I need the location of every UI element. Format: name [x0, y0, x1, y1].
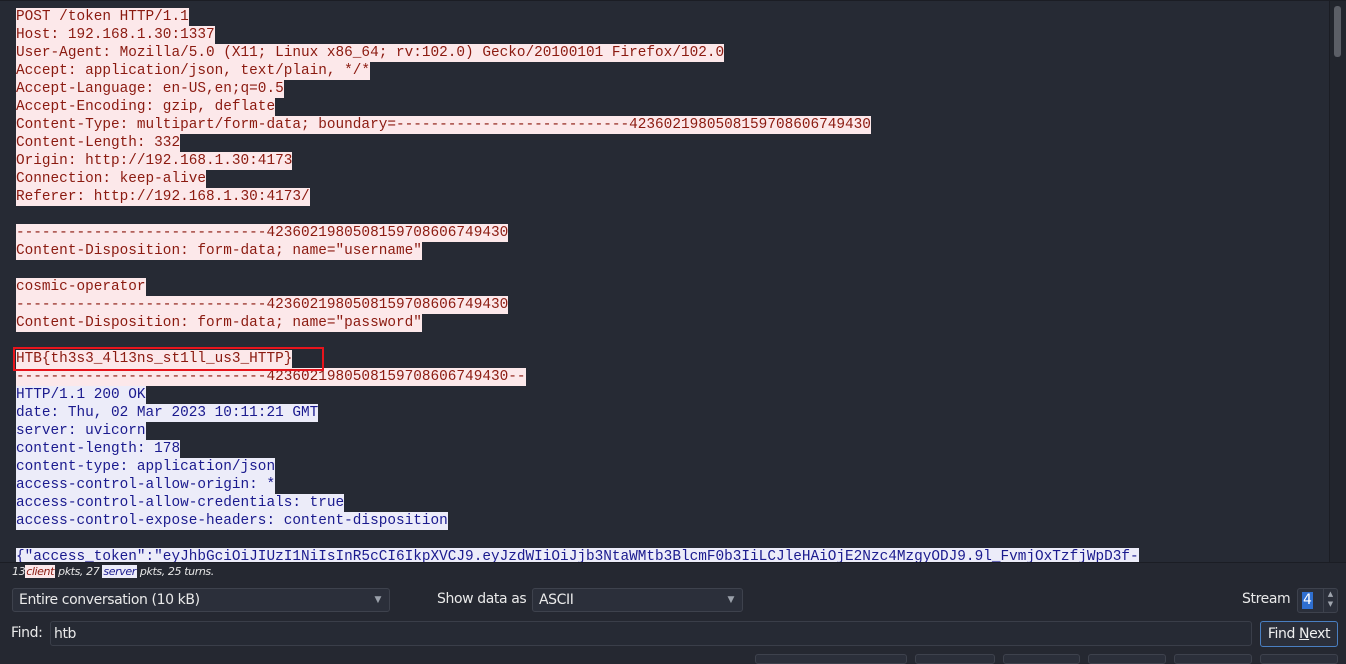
client-line: Accept-Encoding: gzip, deflate — [16, 98, 1139, 116]
client-text: Content-Disposition: form-data; name="us… — [16, 242, 422, 260]
server-line: HTTP/1.1 200 OK — [16, 386, 1139, 404]
server-text: server: uvicorn — [16, 422, 146, 440]
close-button[interactable] — [1174, 654, 1252, 664]
client-text: Content-Type: multipart/form-data; bound… — [16, 116, 871, 134]
client-text: Origin: http://192.168.1.30:4173 — [16, 152, 293, 170]
spin-up-icon[interactable]: ▲ — [1324, 589, 1337, 599]
dropdown-arrow-icon: ▼ — [727, 595, 734, 605]
server-line: content-type: application/json — [16, 458, 1139, 476]
client-line: -----------------------------42360219805… — [16, 296, 1139, 314]
server-text: access-control-allow-credentials: true — [16, 494, 345, 512]
spin-down-icon[interactable]: ▼ — [1324, 599, 1337, 609]
client-line: Content-Length: 332 — [16, 134, 1139, 152]
client-text: Accept-Language: en-US,en;q=0.5 — [16, 80, 284, 98]
flag-highlight-box — [13, 347, 324, 371]
server-line: access-control-allow-origin: * — [16, 476, 1139, 494]
client-line: Accept: application/json, text/plain, */… — [16, 62, 1139, 80]
show-data-as-label: Show data as — [437, 591, 527, 607]
client-line: Content-Disposition: form-data; name="us… — [16, 242, 1139, 260]
stream-number-spinbox[interactable]: 4 ▲ ▼ — [1297, 588, 1338, 613]
show-data-as-select[interactable]: ASCII ▼ — [532, 588, 743, 612]
client-text: Accept: application/json, text/plain, */… — [16, 62, 371, 80]
client-text: Accept-Encoding: gzip, deflate — [16, 98, 276, 116]
client-text: -----------------------------42360219805… — [16, 224, 509, 242]
vertical-scrollbar[interactable] — [1329, 1, 1346, 562]
server-text: {"access_token":"eyJhbGciOiJIUzI1NiIsInR… — [16, 548, 1139, 562]
summary-tail: pkts, 25 turns. — [136, 565, 214, 578]
server-line: access-control-allow-credentials: true — [16, 494, 1139, 512]
conversation-select-value: Entire conversation (10 kB) — [19, 592, 200, 608]
client-line: Origin: http://192.168.1.30:4173 — [16, 152, 1139, 170]
client-text: POST /token HTTP/1.1 — [16, 8, 189, 26]
server-text: HTTP/1.1 200 OK — [16, 386, 146, 404]
client-packet-count: 13 — [12, 565, 26, 578]
server-line: access-control-expose-headers: content-d… — [16, 512, 1139, 530]
server-line: {"access_token":"eyJhbGciOiJIUzI1NiIsInR… — [16, 548, 1139, 562]
find-next-label-b: ext — [1309, 626, 1331, 642]
client-line: Host: 192.168.1.30:1337 — [16, 26, 1139, 44]
find-next-mnemonic: N — [1299, 626, 1310, 642]
client-text: Referer: http://192.168.1.30:4173/ — [16, 188, 310, 206]
client-text: Content-Length: 332 — [16, 134, 181, 152]
client-line — [16, 260, 1139, 278]
client-text: Connection: keep-alive — [16, 170, 206, 188]
scrollbar-thumb[interactable] — [1334, 6, 1341, 57]
dropdown-arrow-icon: ▼ — [374, 595, 381, 605]
server-text: access-control-expose-headers: content-d… — [16, 512, 448, 530]
client-label: client — [25, 565, 56, 578]
back-button[interactable] — [1088, 654, 1166, 664]
stream-number-value[interactable]: 4 — [1302, 592, 1313, 609]
server-text: content-length: 178 — [16, 440, 181, 458]
server-label: server — [102, 565, 137, 578]
client-line: Content-Disposition: form-data; name="pa… — [16, 314, 1139, 332]
client-text: User-Agent: Mozilla/5.0 (X11; Linux x86_… — [16, 44, 725, 62]
server-line: server: uvicorn — [16, 422, 1139, 440]
client-text: Host: 192.168.1.30:1337 — [16, 26, 215, 44]
server-line: date: Thu, 02 Mar 2023 10:11:21 GMT — [16, 404, 1139, 422]
server-text: content-type: application/json — [16, 458, 276, 476]
find-next-label-a: Find — [1267, 626, 1300, 642]
help-button[interactable] — [1260, 654, 1338, 664]
client-text: -----------------------------42360219805… — [16, 296, 509, 314]
print-button[interactable] — [915, 654, 995, 664]
client-line: cosmic-operator — [16, 278, 1139, 296]
stream-label: Stream — [1242, 591, 1291, 607]
spin-buttons[interactable]: ▲ ▼ — [1323, 589, 1337, 612]
client-line: User-Agent: Mozilla/5.0 (X11; Linux x86_… — [16, 44, 1139, 62]
client-line: POST /token HTTP/1.1 — [16, 8, 1139, 26]
summary-text: pkts, 27 — [55, 565, 103, 578]
client-line: Referer: http://192.168.1.30:4173/ — [16, 188, 1139, 206]
filter-out-button[interactable] — [755, 654, 907, 664]
stream-summary: 13client pkts, 27 server pkts, 25 turns. — [12, 565, 214, 578]
show-data-as-value: ASCII — [539, 592, 574, 608]
client-line: Content-Type: multipart/form-data; bound… — [16, 116, 1139, 134]
stream-content[interactable]: POST /token HTTP/1.1 Host: 192.168.1.30:1… — [16, 8, 1139, 562]
find-label: Find: — [11, 625, 43, 641]
follow-stream-text-pane[interactable]: POST /token HTTP/1.1 Host: 192.168.1.30:1… — [0, 0, 1346, 563]
client-line: -----------------------------42360219805… — [16, 224, 1139, 242]
conversation-direction-select[interactable]: Entire conversation (10 kB) ▼ — [12, 588, 390, 612]
client-text: Content-Disposition: form-data; name="pa… — [16, 314, 422, 332]
client-line: Connection: keep-alive — [16, 170, 1139, 188]
client-line: Accept-Language: en-US,en;q=0.5 — [16, 80, 1139, 98]
save-as-button[interactable] — [1003, 654, 1080, 664]
find-next-button[interactable]: Find Next — [1260, 621, 1338, 647]
server-text: date: Thu, 02 Mar 2023 10:11:21 GMT — [16, 404, 319, 422]
server-line: content-length: 178 — [16, 440, 1139, 458]
find-input[interactable] — [50, 621, 1252, 646]
server-text: access-control-allow-origin: * — [16, 476, 276, 494]
client-text: cosmic-operator — [16, 278, 146, 296]
